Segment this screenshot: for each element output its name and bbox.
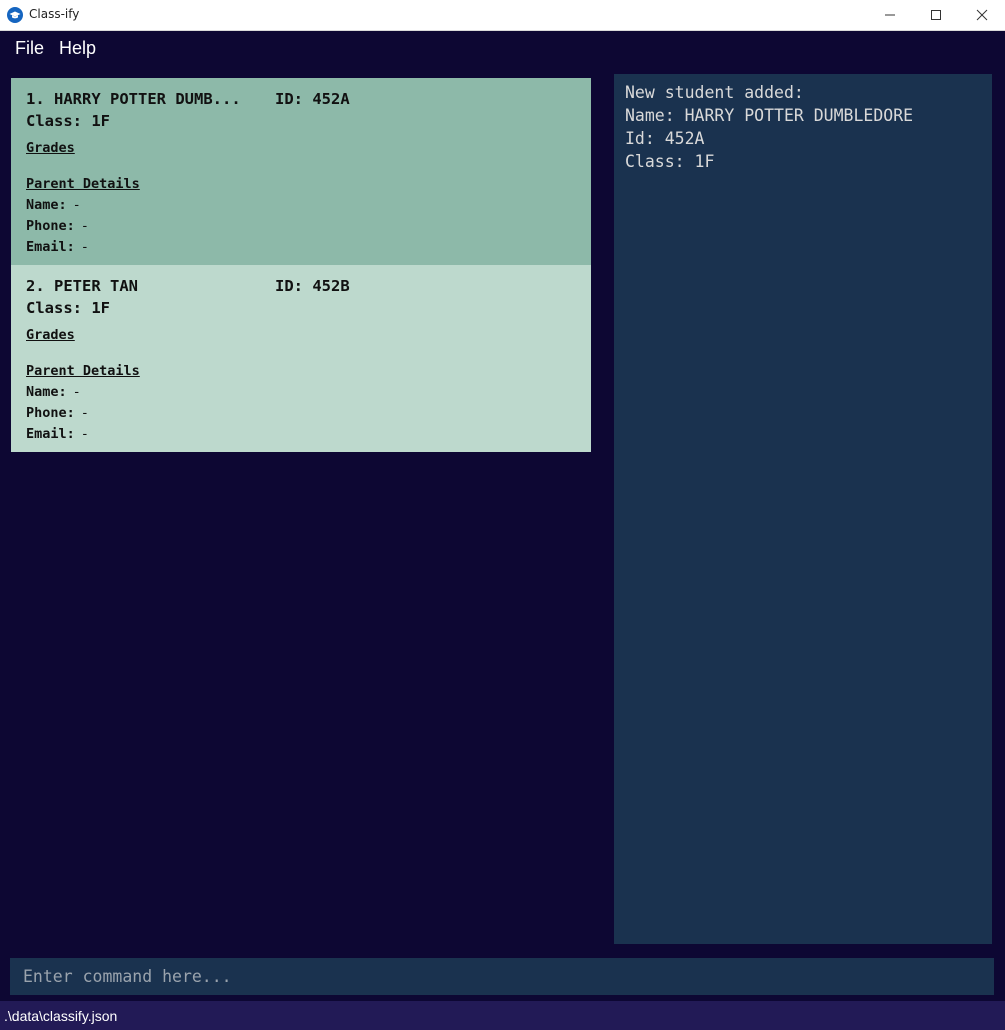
student-id-label: ID: [275, 90, 303, 108]
parent-email-value: - [80, 426, 89, 442]
minimize-button[interactable] [867, 0, 913, 30]
parent-name-label: Name: [26, 384, 67, 400]
parent-phone-value: - [80, 405, 89, 421]
parent-details-heading: Parent Details [26, 176, 140, 192]
result-line: Class: 1F [625, 152, 715, 171]
parent-name: Name: - [26, 384, 81, 400]
parent-name: Name: - [26, 197, 81, 213]
parent-phone-value: - [80, 218, 89, 234]
result-line: Id: 452A [625, 129, 705, 148]
student-card[interactable]: 1. HARRY POTTER DUMB... ID: 452A Class: … [11, 78, 591, 265]
student-id-label: ID: [275, 277, 303, 295]
student-id-value: 452B [312, 277, 350, 295]
minimize-icon [885, 14, 895, 16]
parent-phone-label: Phone: [26, 405, 75, 421]
student-class-value: 1F [91, 112, 111, 130]
parent-email-label: Email: [26, 239, 75, 255]
grades-heading: Grades [26, 140, 75, 156]
menu-bar: File Help [0, 31, 1005, 67]
parent-name-value: - [72, 197, 81, 213]
maximize-icon [931, 10, 941, 20]
close-button[interactable] [959, 0, 1005, 30]
parent-phone: Phone: - [26, 405, 89, 421]
parent-name-value: - [72, 384, 81, 400]
parent-email: Email: - [26, 426, 89, 442]
student-id: ID: 452B [275, 277, 350, 295]
student-class-label: Class: [26, 299, 82, 317]
student-class: Class: 1F [26, 299, 110, 317]
parent-email-label: Email: [26, 426, 75, 442]
save-location: .\data\classify.json [4, 1008, 118, 1024]
student-index-name: 1. HARRY POTTER DUMB... [26, 90, 241, 108]
parent-name-label: Name: [26, 197, 67, 213]
grades-heading: Grades [26, 327, 75, 343]
parent-phone: Phone: - [26, 218, 89, 234]
student-class-value: 1F [91, 299, 111, 317]
student-id: ID: 452A [275, 90, 350, 108]
student-list[interactable]: 1. HARRY POTTER DUMB... ID: 452A Class: … [11, 78, 591, 943]
title-bar: Class-ify [0, 0, 1005, 31]
menu-file[interactable]: File [15, 38, 44, 59]
result-display[interactable]: New student added: Name: HARRY POTTER DU… [614, 74, 992, 944]
app-window: Class-ify File Help 1. HARRY POTTER DUMB… [0, 0, 1005, 1030]
result-line: Name: HARRY POTTER DUMBLEDORE [625, 106, 914, 125]
close-icon [976, 9, 988, 21]
student-index: 2. [26, 277, 45, 295]
student-index-name: 2. PETER TAN [26, 277, 138, 295]
student-id-value: 452A [312, 90, 350, 108]
maximize-button[interactable] [913, 0, 959, 30]
student-name: PETER TAN [54, 277, 139, 295]
result-line: New student added: [625, 83, 804, 102]
parent-email-value: - [80, 239, 89, 255]
parent-phone-label: Phone: [26, 218, 75, 234]
window-title: Class-ify [29, 7, 80, 21]
command-input[interactable] [10, 958, 994, 995]
graduation-cap-icon [7, 7, 23, 23]
menu-help[interactable]: Help [59, 38, 96, 59]
student-card[interactable]: 2. PETER TAN ID: 452B Class: 1F Grades P… [11, 265, 591, 452]
status-bar: .\data\classify.json [0, 1001, 1005, 1030]
student-name: HARRY POTTER DUMB... [54, 90, 241, 108]
student-class: Class: 1F [26, 112, 110, 130]
student-index: 1. [26, 90, 45, 108]
parent-details-heading: Parent Details [26, 363, 140, 379]
parent-email: Email: - [26, 239, 89, 255]
student-class-label: Class: [26, 112, 82, 130]
